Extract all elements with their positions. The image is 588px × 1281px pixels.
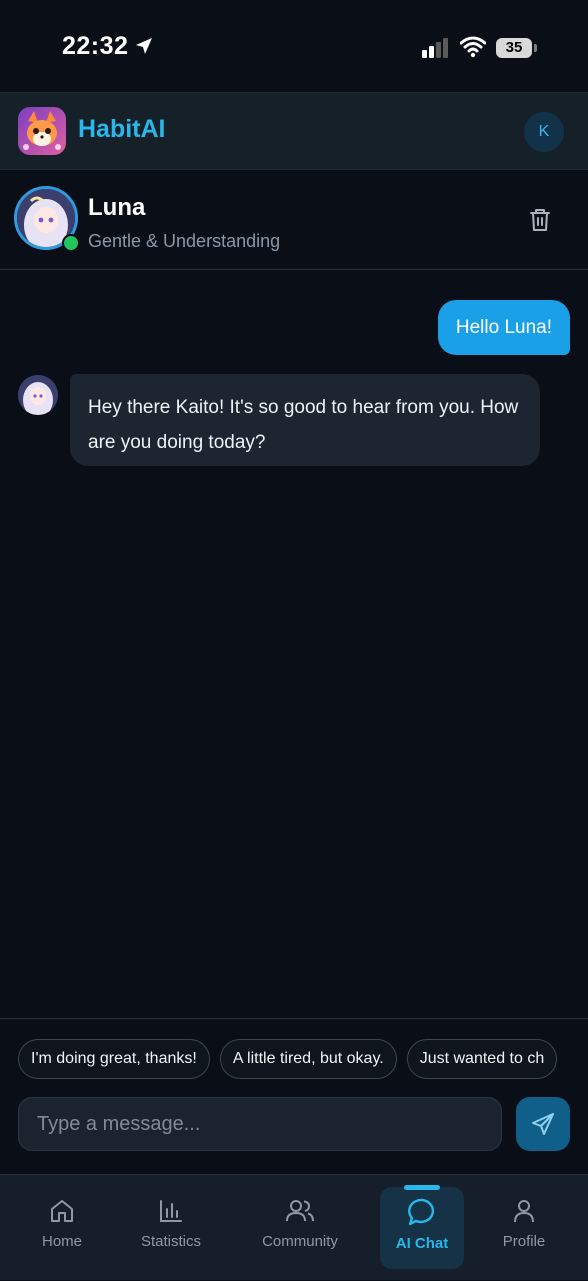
nav-item-ai-chat[interactable]: AI Chat [380, 1175, 464, 1281]
app-title: HabitAI [78, 115, 166, 143]
location-arrow-icon [136, 38, 152, 54]
app-logo [18, 107, 66, 155]
bottom-nav: Home Statistics Community AI Chat Profil… [0, 1174, 588, 1280]
cellular-signal-icon [422, 38, 448, 58]
quick-reply-chip[interactable]: A little tired, but okay. [219, 1039, 397, 1079]
trash-icon[interactable] [526, 206, 554, 234]
wifi-icon [460, 36, 486, 58]
nav-item-community[interactable]: Community [254, 1175, 346, 1281]
user-avatar-button[interactable]: K [524, 112, 564, 152]
users-icon [286, 1200, 314, 1222]
nav-label-ai-chat: AI Chat [395, 1235, 449, 1252]
composer: I'm doing great, thanks! A little tired, … [0, 1018, 588, 1174]
bot-message-avatar [18, 375, 58, 415]
nav-label-home: Home [41, 1233, 82, 1250]
app-header: HabitAI K [0, 92, 588, 170]
send-button[interactable] [516, 1097, 570, 1151]
status-bar: 22:32 35 [0, 0, 588, 92]
bot-name: Luna [88, 194, 146, 221]
bot-description: Gentle & Understanding [88, 231, 281, 251]
battery-nub [534, 44, 537, 52]
nav-label-profile: Profile [502, 1233, 546, 1250]
nav-label-community: Community [262, 1233, 338, 1250]
nav-item-statistics[interactable]: Statistics [128, 1175, 214, 1281]
status-time: 22:32 [62, 32, 129, 60]
message-input[interactable]: Type a message... [18, 1097, 502, 1151]
online-status-dot [62, 234, 80, 252]
quick-replies: I'm doing great, thanks! A little tired, … [18, 1039, 576, 1079]
battery-indicator: 35 [496, 38, 532, 58]
user-message-bubble: Hello Luna! [437, 300, 570, 355]
nav-item-profile[interactable]: Profile [486, 1175, 562, 1281]
chat-header: Luna Gentle & Understanding [0, 170, 588, 270]
quick-reply-chip[interactable]: Just wanted to ch [406, 1039, 558, 1079]
bar-chart-icon [160, 1200, 182, 1222]
nav-label-statistics: Statistics [140, 1233, 201, 1250]
chat-bubble-icon [408, 1198, 435, 1226]
quick-reply-chip[interactable]: I'm doing great, thanks! [18, 1039, 210, 1079]
bot-message-bubble: Hey there Kaito! It's so good to hear fr… [70, 374, 540, 466]
nav-item-home[interactable]: Home [22, 1175, 102, 1281]
home-icon [51, 1200, 73, 1222]
user-icon [514, 1200, 534, 1223]
send-icon [532, 1113, 554, 1135]
